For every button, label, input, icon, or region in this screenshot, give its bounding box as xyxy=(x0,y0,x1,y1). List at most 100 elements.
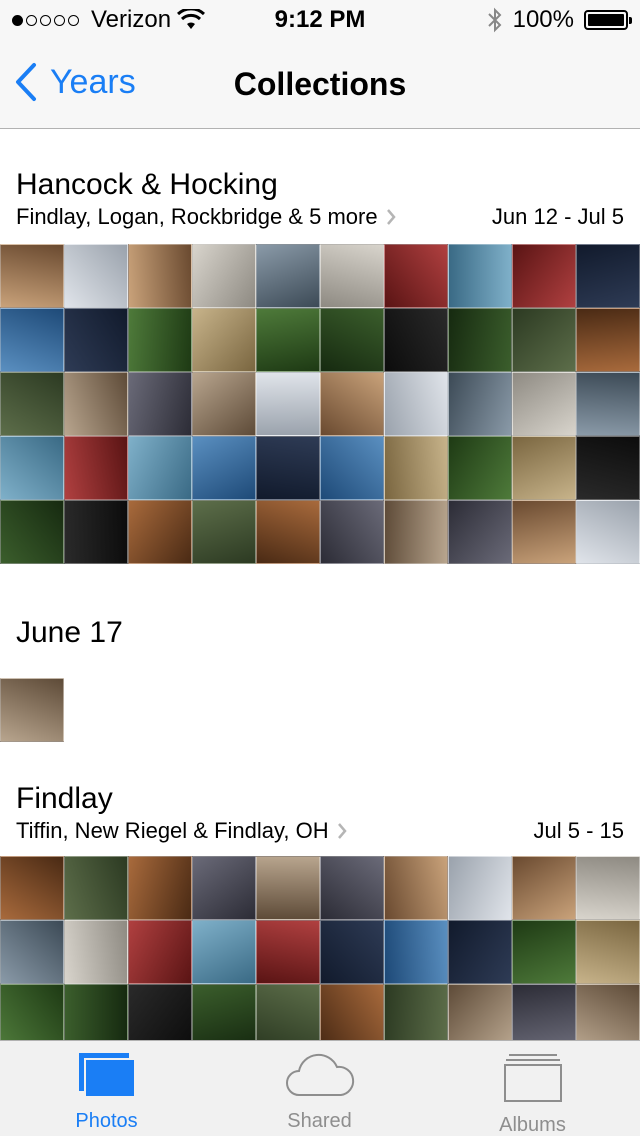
photo-thumbnail[interactable] xyxy=(320,500,384,564)
photo-thumbnail[interactable] xyxy=(448,856,512,920)
photo-thumbnail[interactable] xyxy=(192,436,256,500)
photo-thumbnail[interactable] xyxy=(64,436,128,500)
collection-locations-label: Findlay, Logan, Rockbridge & 5 more xyxy=(16,204,378,229)
photo-thumbnail[interactable] xyxy=(128,920,192,984)
photo-thumbnail[interactable] xyxy=(128,308,192,372)
photo-thumbnail[interactable] xyxy=(384,372,448,436)
photo-thumbnail[interactable] xyxy=(64,920,128,984)
photo-thumbnail[interactable] xyxy=(448,984,512,1040)
page-title: Collections xyxy=(233,66,407,102)
collection-locations[interactable]: Tiffin, New Riegel & Findlay, OH xyxy=(16,818,347,844)
photo-thumbnail[interactable] xyxy=(0,436,64,500)
photo-thumbnail[interactable] xyxy=(128,244,192,308)
photo-thumbnail[interactable] xyxy=(384,308,448,372)
photo-thumbnail[interactable] xyxy=(256,856,320,920)
photo-thumbnail[interactable] xyxy=(0,984,64,1040)
photo-thumbnail[interactable] xyxy=(128,500,192,564)
navigation-bar: Years Collections xyxy=(0,40,640,129)
tab-photos[interactable]: Photos xyxy=(0,1051,213,1133)
photo-thumbnail[interactable] xyxy=(192,856,256,920)
photo-thumbnail[interactable] xyxy=(576,372,640,436)
photo-thumbnail[interactable] xyxy=(64,500,128,564)
photo-thumbnail[interactable] xyxy=(512,500,576,564)
collection-header[interactable]: Findlay Tiffin, New Riegel & Findlay, OH… xyxy=(0,762,640,856)
photo-thumbnail[interactable] xyxy=(576,244,640,308)
photo-thumbnail[interactable] xyxy=(320,308,384,372)
photo-thumbnail[interactable] xyxy=(576,856,640,920)
collection-title: Findlay xyxy=(16,782,113,815)
photos-icon xyxy=(78,1053,136,1098)
photo-thumbnail[interactable] xyxy=(512,984,576,1040)
photo-thumbnail[interactable] xyxy=(0,244,64,308)
photo-thumbnail[interactable] xyxy=(256,984,320,1040)
photo-thumbnail[interactable] xyxy=(448,372,512,436)
photo-thumbnail[interactable] xyxy=(0,678,64,742)
tab-shared[interactable]: Shared xyxy=(213,1051,426,1133)
photo-thumbnail[interactable] xyxy=(576,436,640,500)
photo-thumbnail[interactable] xyxy=(192,984,256,1040)
photo-thumbnail[interactable] xyxy=(512,308,576,372)
photo-thumbnail[interactable] xyxy=(192,372,256,436)
photo-thumbnail[interactable] xyxy=(256,372,320,436)
photo-thumbnail[interactable] xyxy=(576,308,640,372)
photo-thumbnail[interactable] xyxy=(384,984,448,1040)
collections-list[interactable]: Hancock & Hocking Findlay, Logan, Rockbr… xyxy=(0,150,640,1040)
photo-thumbnail[interactable] xyxy=(320,856,384,920)
photo-thumbnail[interactable] xyxy=(0,856,64,920)
photo-thumbnail[interactable] xyxy=(448,308,512,372)
collection-dates: Jul 5 - 15 xyxy=(533,818,625,843)
photo-thumbnail[interactable] xyxy=(320,984,384,1040)
collection-header[interactable]: Hancock & Hocking Findlay, Logan, Rockbr… xyxy=(0,150,640,244)
photo-thumbnail[interactable] xyxy=(384,500,448,564)
photo-thumbnail[interactable] xyxy=(256,436,320,500)
photo-thumbnail[interactable] xyxy=(64,244,128,308)
photo-thumbnail[interactable] xyxy=(192,920,256,984)
collection-locations[interactable]: Findlay, Logan, Rockbridge & 5 more xyxy=(16,204,396,230)
photo-thumbnail[interactable] xyxy=(448,500,512,564)
photo-thumbnail[interactable] xyxy=(64,308,128,372)
photo-thumbnail[interactable] xyxy=(128,372,192,436)
photo-thumbnail[interactable] xyxy=(576,500,640,564)
photo-thumbnail[interactable] xyxy=(384,436,448,500)
photo-thumbnail[interactable] xyxy=(320,436,384,500)
photo-thumbnail[interactable] xyxy=(0,308,64,372)
photo-thumbnail[interactable] xyxy=(0,500,64,564)
photo-thumbnail[interactable] xyxy=(576,920,640,984)
photo-thumbnail[interactable] xyxy=(512,856,576,920)
photo-thumbnail[interactable] xyxy=(448,244,512,308)
photo-thumbnail[interactable] xyxy=(192,244,256,308)
photo-thumbnail[interactable] xyxy=(256,920,320,984)
photo-thumbnail[interactable] xyxy=(64,984,128,1040)
photo-thumbnail[interactable] xyxy=(384,856,448,920)
photo-thumbnail[interactable] xyxy=(512,372,576,436)
chevron-right-icon xyxy=(386,209,396,225)
collection-locations-label: Tiffin, New Riegel & Findlay, OH xyxy=(16,818,329,843)
photo-thumbnail[interactable] xyxy=(128,856,192,920)
photo-thumbnail[interactable] xyxy=(0,372,64,436)
photo-thumbnail[interactable] xyxy=(256,308,320,372)
photo-thumbnail[interactable] xyxy=(384,244,448,308)
photo-thumbnail[interactable] xyxy=(64,856,128,920)
photo-thumbnail[interactable] xyxy=(576,984,640,1040)
photo-thumbnail[interactable] xyxy=(384,920,448,984)
photo-thumbnail[interactable] xyxy=(256,500,320,564)
photo-thumbnail[interactable] xyxy=(128,984,192,1040)
photo-thumbnail[interactable] xyxy=(448,920,512,984)
photo-thumbnail[interactable] xyxy=(320,372,384,436)
photo-thumbnail[interactable] xyxy=(320,244,384,308)
photo-thumbnail[interactable] xyxy=(320,920,384,984)
photo-thumbnail[interactable] xyxy=(256,244,320,308)
photo-thumbnail[interactable] xyxy=(0,920,64,984)
tab-shared-label: Shared xyxy=(287,1110,352,1132)
photo-thumbnail[interactable] xyxy=(192,308,256,372)
moment-header[interactable]: June 17 xyxy=(0,594,640,678)
photo-thumbnail[interactable] xyxy=(512,920,576,984)
photo-thumbnail[interactable] xyxy=(448,436,512,500)
tab-albums[interactable]: Albums xyxy=(426,1051,639,1136)
photo-thumbnail[interactable] xyxy=(512,244,576,308)
photo-thumbnail[interactable] xyxy=(128,436,192,500)
photo-thumbnail[interactable] xyxy=(192,500,256,564)
photo-thumbnail[interactable] xyxy=(64,372,128,436)
photo-thumbnail[interactable] xyxy=(512,436,576,500)
bluetooth-icon xyxy=(487,7,502,33)
